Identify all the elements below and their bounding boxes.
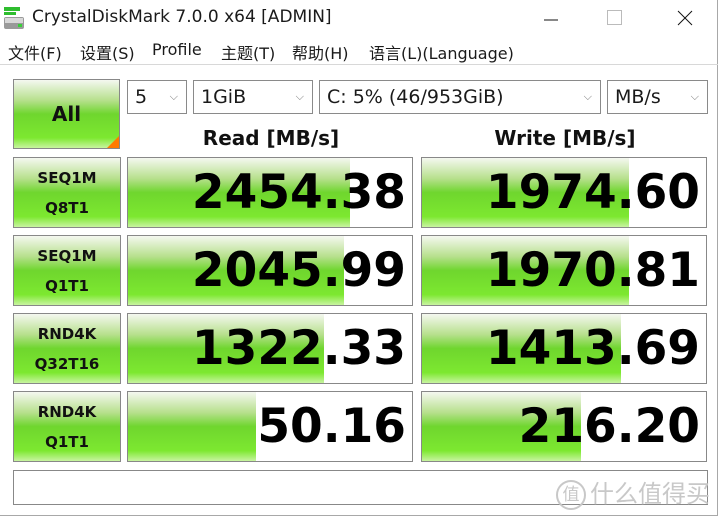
write-result-cell: 1974.60 — [421, 157, 707, 228]
write-value: 216.20 — [518, 399, 700, 454]
read-value: 50.16 — [257, 399, 406, 454]
minimize-button[interactable] — [528, 0, 574, 36]
read-result-cell: 1322.33 — [127, 313, 413, 384]
menu-settings[interactable]: 设置(S) — [80, 40, 135, 64]
read-value: 1322.33 — [191, 321, 406, 376]
unit-value: MB/s — [615, 86, 661, 108]
test-count-value: 5 — [135, 86, 148, 108]
close-icon — [677, 10, 693, 26]
app-window: CrystalDiskMark 7.0.0 x64 [ADMIN] 文件(F) … — [0, 0, 718, 516]
test-name: SEQ1M — [37, 246, 97, 265]
menu-help[interactable]: 帮助(H) — [292, 40, 349, 64]
test-params: Q8T1 — [45, 198, 89, 217]
window-title: CrystalDiskMark 7.0.0 x64 [ADMIN] — [32, 7, 332, 27]
write-value: 1970.81 — [485, 243, 700, 298]
test-size-value: 1GiB — [201, 86, 247, 108]
chevron-down-icon: ⌵ — [583, 90, 592, 103]
drive-value: C: 5% (46/953GiB) — [327, 86, 504, 108]
run-all-button[interactable]: All — [13, 79, 120, 149]
run-all-label: All — [51, 102, 82, 126]
app-disk-icon — [4, 7, 24, 29]
test-params: Q32T16 — [34, 354, 100, 373]
write-result-cell: 1413.69 — [421, 313, 707, 384]
watermark: 值什么值得买 — [556, 474, 710, 510]
drive-select[interactable]: C: 5% (46/953GiB) ⌵ — [319, 80, 601, 114]
chevron-down-icon: ⌵ — [169, 90, 178, 103]
test-button-1[interactable]: SEQ1M Q1T1 — [13, 235, 121, 306]
menu-bar: 文件(F) 设置(S) Profile 主题(T) 帮助(H) 语言(L)(La… — [0, 38, 718, 65]
close-button[interactable] — [662, 0, 708, 36]
watermark-text: 什么值得买 — [590, 480, 710, 508]
read-score-bar — [128, 392, 256, 461]
read-value: 2454.38 — [191, 165, 406, 220]
write-value: 1413.69 — [485, 321, 700, 376]
test-name: RND4K — [37, 324, 97, 343]
test-button-3[interactable]: RND4K Q1T1 — [13, 391, 121, 462]
unit-select[interactable]: MB/s ⌵ — [607, 80, 708, 114]
menu-profile[interactable]: Profile — [152, 40, 202, 59]
write-header: Write [MB/s] — [494, 126, 636, 150]
menu-language[interactable]: 语言(L)(Language) — [369, 40, 514, 64]
test-size-select[interactable]: 1GiB ⌵ — [193, 80, 313, 114]
test-params: Q1T1 — [45, 276, 89, 295]
test-name: RND4K — [37, 402, 97, 421]
chevron-down-icon: ⌵ — [690, 90, 699, 103]
read-value: 2045.99 — [191, 243, 406, 298]
watermark-badge: 值 — [556, 480, 586, 510]
chevron-down-icon: ⌵ — [295, 90, 304, 103]
test-params: Q1T1 — [45, 432, 89, 451]
test-name: SEQ1M — [37, 168, 97, 187]
write-result-cell: 216.20 — [421, 391, 707, 462]
minimize-icon — [544, 19, 558, 21]
read-result-cell: 2045.99 — [127, 235, 413, 306]
test-count-select[interactable]: 5 ⌵ — [127, 80, 187, 114]
read-header: Read [MB/s] — [202, 126, 340, 150]
menu-file[interactable]: 文件(F) — [8, 40, 62, 64]
write-result-cell: 1970.81 — [421, 235, 707, 306]
read-result-cell: 2454.38 — [127, 157, 413, 228]
test-button-0[interactable]: SEQ1M Q8T1 — [13, 157, 121, 228]
write-value: 1974.60 — [485, 165, 700, 220]
corner-marker-icon — [107, 136, 119, 148]
test-button-2[interactable]: RND4K Q32T16 — [13, 313, 121, 384]
maximize-button[interactable] — [592, 0, 638, 36]
menu-theme[interactable]: 主题(T) — [221, 40, 275, 64]
title-bar: CrystalDiskMark 7.0.0 x64 [ADMIN] — [0, 0, 718, 36]
read-result-cell: 50.16 — [127, 391, 413, 462]
maximize-icon — [607, 10, 622, 25]
